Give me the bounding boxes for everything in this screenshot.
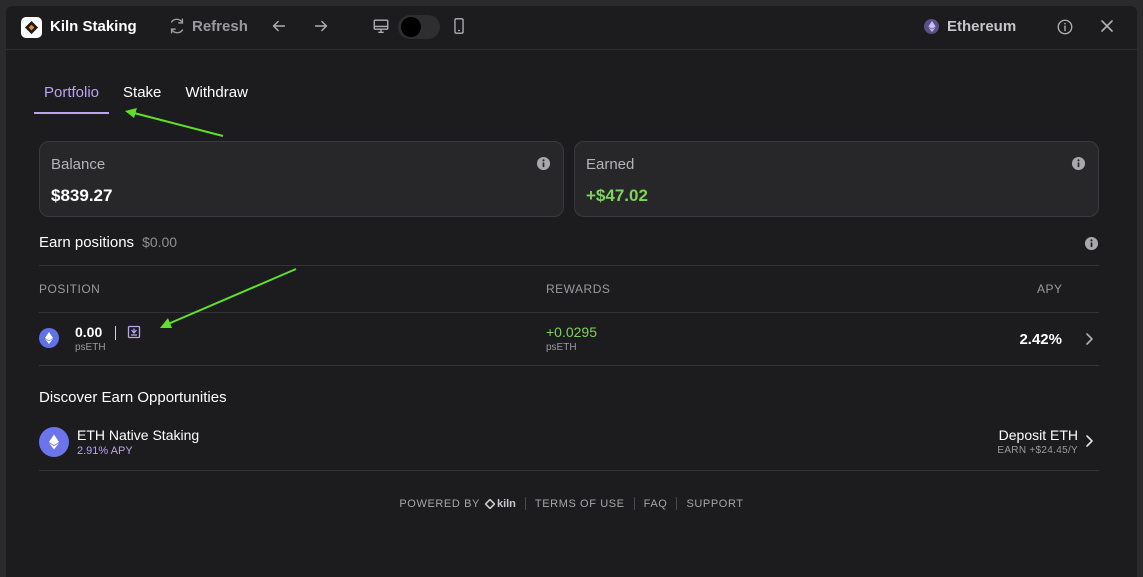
title-bar: Kiln Staking Refresh Ethereum — [6, 6, 1137, 50]
opportunity-apy: 2.91% APY — [77, 445, 133, 457]
powered-by-label: POWERED BY — [399, 497, 480, 510]
chevron-right-icon[interactable] — [1083, 433, 1095, 454]
position-row[interactable]: 0.00 psETH +0.0295 psETH 2.42% — [39, 324, 1099, 358]
divider — [39, 312, 1099, 313]
network-label: Ethereum — [947, 18, 1017, 35]
deposit-eth-label: Deposit ETH — [998, 427, 1078, 443]
tab-stake[interactable]: Stake — [113, 84, 171, 114]
divider — [39, 470, 1099, 471]
earn-positions-total: $0.00 — [142, 234, 178, 250]
footer-separator — [633, 497, 635, 510]
position-unit: psETH — [75, 342, 106, 353]
mobile-view-icon[interactable] — [450, 17, 468, 40]
discover-title: Discover Earn Opportunities — [39, 389, 227, 406]
earn-positions-title: Earn positions — [39, 234, 135, 251]
refresh-label: Refresh — [192, 17, 248, 35]
earn-positions-info-icon[interactable] — [1084, 236, 1099, 256]
refresh-icon — [170, 18, 184, 34]
forward-arrow-icon[interactable] — [312, 17, 330, 40]
footer-separator — [676, 497, 678, 510]
unstake-icon[interactable] — [127, 325, 141, 344]
earned-info-icon[interactable] — [1071, 156, 1086, 176]
position-amount: 0.00 — [75, 324, 103, 340]
kiln-mark-icon — [484, 498, 495, 509]
earned-card: Earned +$47.02 — [574, 141, 1099, 217]
balance-value: $839.27 — [51, 186, 113, 205]
footer-separator — [524, 497, 526, 510]
ethereum-icon — [39, 328, 59, 348]
balance-info-icon[interactable] — [536, 156, 551, 176]
view-toggle[interactable] — [398, 15, 440, 39]
tab-portfolio[interactable]: Portfolio — [34, 84, 110, 114]
position-apy: 2.42% — [1019, 331, 1062, 348]
position-separator — [115, 326, 116, 340]
rewards-amount: +0.0295 — [546, 324, 597, 340]
ethereum-icon — [39, 427, 69, 457]
kiln-logo-icon — [21, 17, 42, 38]
opportunity-earn: EARN +$24.45/Y — [997, 445, 1078, 456]
opportunity-name: ETH Native Staking — [77, 427, 200, 443]
app-title: Kiln Staking — [50, 18, 137, 35]
app-window: Kiln Staking Refresh Ethereum Portfolio … — [6, 6, 1137, 577]
support-link[interactable]: SUPPORT — [686, 498, 743, 510]
rewards-unit: psETH — [546, 342, 577, 353]
back-arrow-icon[interactable] — [270, 17, 288, 40]
kiln-brand-label: kiln — [496, 497, 516, 510]
desktop-view-icon[interactable] — [372, 17, 390, 40]
earned-value: +$47.02 — [586, 186, 648, 205]
toggle-knob — [401, 17, 421, 37]
network-selector[interactable]: Ethereum — [924, 18, 1016, 35]
opportunity-row[interactable]: ETH Native Staking 2.91% APY Deposit ETH… — [39, 427, 1099, 461]
chevron-right-icon[interactable] — [1083, 331, 1095, 352]
tab-withdraw[interactable]: Withdraw — [175, 84, 258, 114]
column-header-apy: APY — [1037, 282, 1063, 296]
balance-card: Balance $839.27 — [39, 141, 564, 217]
column-header-rewards: REWARDS — [546, 282, 611, 296]
column-header-position: POSITION — [39, 282, 101, 296]
earn-positions-header: Earn positions $0.00 — [39, 234, 1099, 251]
ethereum-icon — [924, 19, 939, 34]
kiln-brand[interactable]: kiln — [484, 497, 516, 510]
terms-link[interactable]: TERMS OF USE — [535, 498, 625, 510]
divider — [39, 265, 1099, 266]
refresh-button[interactable]: Refresh — [168, 17, 248, 35]
divider — [39, 365, 1099, 366]
balance-label: Balance — [51, 156, 106, 173]
main-tabs: Portfolio Stake Withdraw — [34, 84, 262, 114]
faq-link[interactable]: FAQ — [644, 498, 668, 510]
close-icon[interactable] — [1099, 18, 1115, 39]
footer: POWERED BY kiln TERMS OF USE FAQ SUPPORT — [6, 497, 1137, 510]
earned-label: Earned — [586, 156, 635, 173]
info-icon[interactable] — [1056, 18, 1074, 41]
